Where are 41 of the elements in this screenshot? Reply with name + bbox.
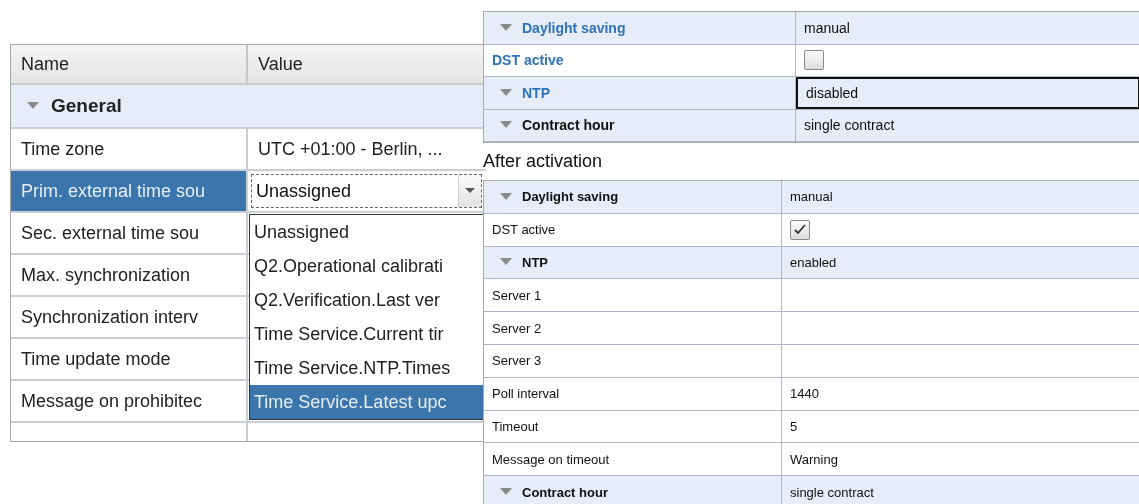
expand-triangle-icon[interactable] xyxy=(500,258,512,267)
property-value[interactable]: Warning xyxy=(782,443,1139,476)
column-header[interactable]: Name xyxy=(11,45,248,83)
caret-icon xyxy=(465,188,475,194)
expand-triangle-icon[interactable] xyxy=(500,121,512,130)
group-row-label[interactable]: NTP xyxy=(484,77,796,109)
property-name: Server 3 xyxy=(484,345,782,377)
property-value[interactable]: 5 xyxy=(782,410,1139,443)
property-value[interactable]: 1440 xyxy=(782,377,1139,410)
expand-triangle-icon[interactable] xyxy=(500,88,512,97)
property-value[interactable]: manual xyxy=(782,181,1139,213)
property-value[interactable]: enabled xyxy=(782,246,1139,279)
property-name: Message on timeout xyxy=(484,443,782,476)
checkmark-icon xyxy=(794,224,806,236)
column-header[interactable]: Value xyxy=(248,45,486,83)
expand-triangle-icon[interactable] xyxy=(500,192,512,201)
dropdown-option[interactable]: Time Service.Latest upc xyxy=(250,385,486,419)
expand-triangle-icon[interactable] xyxy=(500,23,512,32)
expand-triangle-icon[interactable] xyxy=(500,488,512,497)
expand-triangle-icon[interactable] xyxy=(27,102,39,110)
checkbox[interactable] xyxy=(804,50,824,71)
caption-text: After activation xyxy=(483,151,603,172)
property-name: Poll interval xyxy=(484,377,782,410)
checkbox[interactable] xyxy=(790,219,810,240)
property-value[interactable]: disabled xyxy=(796,77,1139,109)
group-row-label[interactable]: Daylight saving xyxy=(484,12,796,44)
group-row-label[interactable]: Contract hour xyxy=(484,476,782,504)
property-value: UTC +01:00 - Berlin, ... xyxy=(257,137,444,161)
dropdown-field[interactable]: Unassigned xyxy=(251,174,482,208)
property-name: Server 2 xyxy=(484,312,782,344)
property-value[interactable]: single contract xyxy=(782,476,1139,504)
group-row-label[interactable]: Daylight saving xyxy=(484,181,782,213)
group-row-label[interactable]: Contract hour xyxy=(484,109,796,141)
property-name: DST active xyxy=(484,44,796,76)
property-name: DST active xyxy=(484,213,782,246)
property-value[interactable]: single contract xyxy=(796,109,1139,141)
property-name[interactable]: Prim. external time sou xyxy=(11,171,248,211)
property-name: Server 1 xyxy=(484,279,782,312)
property-name: Timeout xyxy=(484,410,782,443)
group-row-label[interactable]: NTP xyxy=(484,246,782,279)
property-value[interactable]: manual xyxy=(796,12,1139,44)
